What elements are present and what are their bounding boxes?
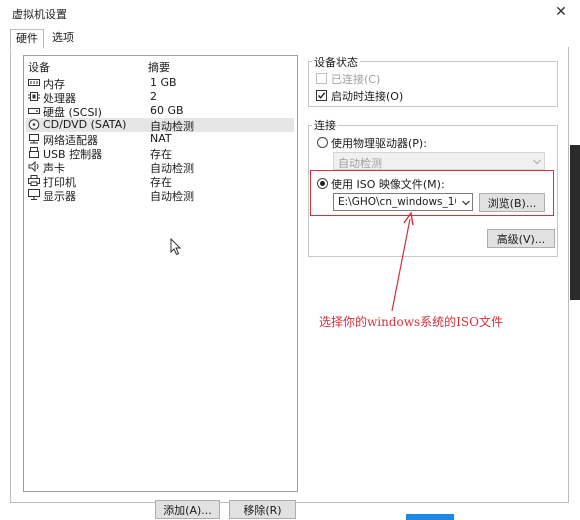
annotation-text: 选择你的windows系统的ISO文件	[319, 315, 503, 329]
iso-image-radio[interactable]	[317, 178, 328, 189]
close-icon[interactable]: ✕	[551, 3, 571, 21]
iso-image-label: 使用 ISO 映像文件(M):	[331, 178, 445, 191]
connected-checkbox[interactable]	[316, 73, 327, 84]
checkmark-icon	[317, 92, 326, 99]
device-summary: 2	[150, 90, 157, 103]
device-row-usb-controller[interactable]: USB 控制器 存在	[26, 146, 294, 161]
advanced-button[interactable]: 高级(V)...	[487, 229, 555, 248]
monitor-icon	[28, 189, 40, 200]
device-row-hard-disk[interactable]: 硬盘 (SCSI) 60 GB	[26, 104, 294, 119]
connected-label: 已连接(C)	[331, 73, 381, 86]
cpu-icon	[28, 92, 40, 101]
device-row-processor[interactable]: 处理器 2	[26, 90, 294, 105]
device-name: 显示器	[43, 190, 76, 203]
summary-column-header[interactable]: 摘要	[148, 59, 170, 75]
mouse-cursor-icon	[170, 238, 182, 256]
tab-options[interactable]: 选项	[47, 29, 79, 47]
add-device-button[interactable]: 添加(A)...	[155, 500, 220, 519]
remove-device-button[interactable]: 移除(R)	[229, 500, 296, 519]
device-column-header[interactable]: 设备	[28, 59, 50, 75]
chevron-down-icon	[533, 159, 541, 165]
browse-button[interactable]: 浏览(B)...	[479, 193, 545, 212]
device-status-title: 设备状态	[312, 54, 360, 70]
cd-dvd-icon	[28, 119, 40, 130]
device-name: CD/DVD (SATA)	[43, 118, 127, 131]
device-list[interactable]: 设备 摘要 内存 1 GB 处理器 2 硬盘 (SCSI) 60 GB CD/D…	[23, 55, 298, 492]
title-bar: 虚拟机设置 ✕	[0, 0, 580, 26]
device-row-printer[interactable]: 打印机 存在	[26, 174, 294, 189]
radio-selected-dot	[320, 181, 325, 186]
usb-icon	[29, 147, 39, 158]
physical-drive-value: 自动检测	[338, 157, 382, 170]
device-summary: 1 GB	[150, 76, 177, 89]
background-taskbar-edge	[406, 514, 454, 520]
device-row-sound-card[interactable]: 声卡 自动检测	[26, 160, 294, 175]
device-row-network-adapter[interactable]: 网络适配器 NAT	[26, 132, 294, 147]
physical-drive-select[interactable]: 自动检测	[333, 152, 545, 170]
connection-title: 连接	[312, 117, 338, 133]
printer-icon	[28, 175, 40, 186]
hard-disk-icon	[28, 108, 40, 114]
device-summary: 60 GB	[150, 104, 184, 117]
memory-icon	[28, 79, 40, 86]
device-summary: 自动检测	[150, 190, 194, 203]
annotation-arrow	[391, 211, 414, 312]
background-window-edge	[570, 145, 580, 300]
speaker-icon	[28, 161, 39, 172]
device-row-cd-dvd[interactable]: CD/DVD (SATA) 自动检测	[26, 118, 294, 133]
network-adapter-icon	[29, 134, 39, 144]
connect-at-power-on-checkbox[interactable]	[316, 90, 327, 101]
physical-drive-label: 使用物理驱动器(P):	[331, 137, 427, 150]
device-row-memory[interactable]: 内存 1 GB	[26, 76, 294, 91]
device-row-display[interactable]: 显示器 自动检测	[26, 188, 294, 203]
connect-at-power-on-label: 启动时连接(O)	[331, 90, 404, 103]
device-summary: NAT	[150, 132, 172, 145]
chevron-down-icon	[462, 200, 470, 206]
window-title: 虚拟机设置	[12, 8, 67, 21]
physical-drive-radio[interactable]	[317, 137, 328, 148]
tab-hardware[interactable]: 硬件	[10, 29, 44, 49]
